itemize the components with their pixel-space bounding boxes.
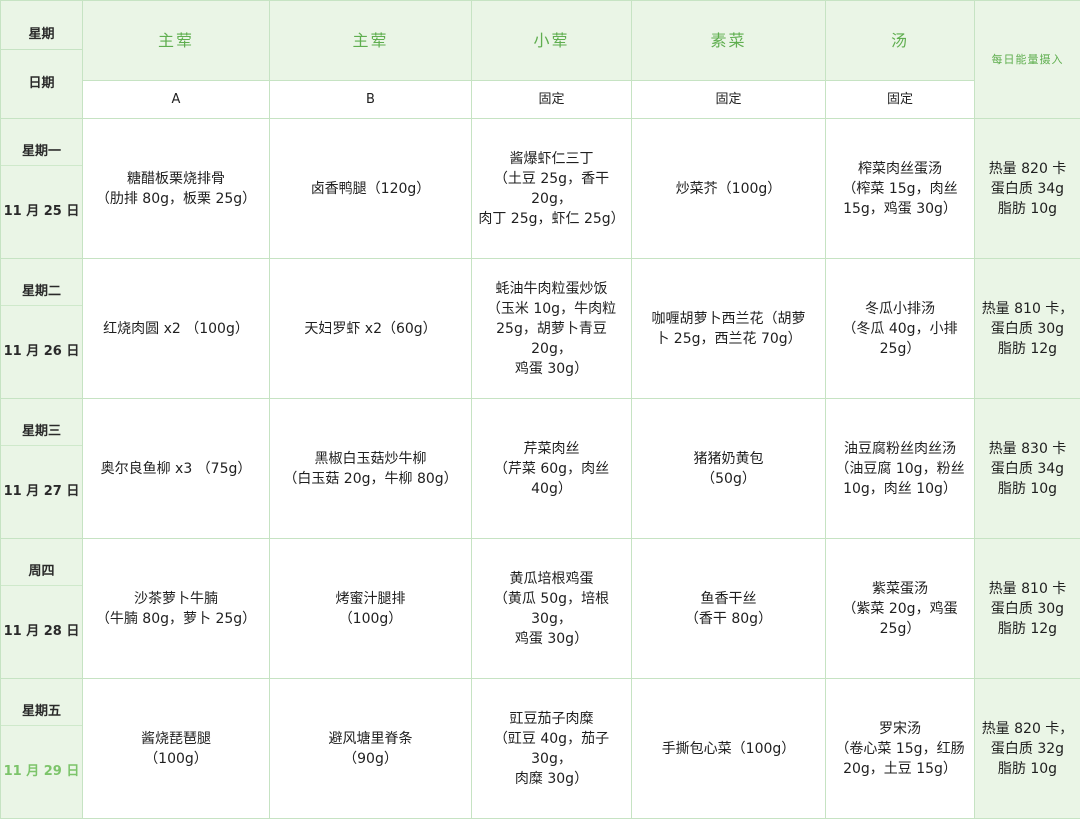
dish-main-a: 沙茶萝卜牛腩 （牛腩 80g，萝卜 25g） <box>83 539 270 679</box>
day-row: 星期一 11 月 25 日 糖醋板栗烧排骨 （肋排 80g，板栗 25g） 卤香… <box>1 119 1080 259</box>
date-label-highlighted: 11 月 29 日 <box>1 746 82 798</box>
weekday-label: 星期一 <box>1 139 82 166</box>
category-soup: 汤 <box>826 1 975 81</box>
weekday-label: 周四 <box>1 559 82 586</box>
subtype-fixed-soup: 固定 <box>826 81 975 119</box>
dish-vegetable: 咖喱胡萝卜西兰花（胡萝 卜 25g，西兰花 70g） <box>632 259 826 399</box>
header-row-categories: 星期 日期 主荤 主荤 小荤 素菜 汤 每日能量摄入 <box>1 1 1080 81</box>
day-cell: 星期三 11 月 27 日 <box>1 399 83 539</box>
dish-soup: 紫菜蛋汤 （紫菜 20g，鸡蛋 25g） <box>826 539 975 679</box>
weekday-label: 星期三 <box>1 419 82 446</box>
day-row: 星期二 11 月 26 日 红烧肉圆 x2 （100g） 天妇罗虾 x2（60g… <box>1 259 1080 399</box>
corner-cell: 星期 日期 <box>1 1 83 119</box>
category-main-meat-b: 主荤 <box>270 1 472 81</box>
dish-small-meat: 芹菜肉丝 （芹菜 60g，肉丝 40g） <box>472 399 632 539</box>
day-row: 周四 11 月 28 日 沙茶萝卜牛腩 （牛腩 80g，萝卜 25g） 烤蜜汁腿… <box>1 539 1080 679</box>
header-row-subtypes: A B 固定 固定 固定 <box>1 81 1080 119</box>
category-daily-energy: 每日能量摄入 <box>975 1 1080 119</box>
day-row: 星期三 11 月 27 日 奥尔良鱼柳 x3 （75g） 黑椒白玉菇炒牛柳 （白… <box>1 399 1080 539</box>
day-cell: 星期一 11 月 25 日 <box>1 119 83 259</box>
dish-main-b: 卤香鸭腿（120g） <box>270 119 472 259</box>
dish-main-a: 酱烧琵琶腿 （100g） <box>83 679 270 819</box>
dish-vegetable: 炒菜芥（100g） <box>632 119 826 259</box>
dish-main-a: 红烧肉圆 x2 （100g） <box>83 259 270 399</box>
dish-main-b: 天妇罗虾 x2（60g） <box>270 259 472 399</box>
weekly-menu-table: 星期 日期 主荤 主荤 小荤 素菜 汤 每日能量摄入 A B 固定 固定 固定 … <box>0 0 1080 819</box>
dish-main-a: 奥尔良鱼柳 x3 （75g） <box>83 399 270 539</box>
dish-main-b: 烤蜜汁腿排 （100g） <box>270 539 472 679</box>
date-label: 11 月 28 日 <box>1 606 82 658</box>
energy-summary: 热量 820 卡， 蛋白质 32g 脂肪 10g <box>975 679 1080 819</box>
category-vegetable: 素菜 <box>632 1 826 81</box>
dish-soup: 罗宋汤 （卷心菜 15g，红肠 20g，土豆 15g） <box>826 679 975 819</box>
dish-small-meat: 豇豆茄子肉糜 （豇豆 40g，茄子 30g， 肉糜 30g） <box>472 679 632 819</box>
day-cell: 星期五 11 月 29 日 <box>1 679 83 819</box>
category-small-meat: 小荤 <box>472 1 632 81</box>
date-label: 11 月 27 日 <box>1 466 82 518</box>
dish-small-meat: 酱爆虾仁三丁 （土豆 25g，香干 20g， 肉丁 25g，虾仁 25g） <box>472 119 632 259</box>
day-cell: 周四 11 月 28 日 <box>1 539 83 679</box>
weekday-label: 星期五 <box>1 699 82 726</box>
dish-main-a: 糖醋板栗烧排骨 （肋排 80g，板栗 25g） <box>83 119 270 259</box>
dish-soup: 油豆腐粉丝肉丝汤 （油豆腐 10g，粉丝 10g，肉丝 10g） <box>826 399 975 539</box>
date-label: 11 月 26 日 <box>1 326 82 378</box>
dish-small-meat: 黄瓜培根鸡蛋 （黄瓜 50g，培根 30g， 鸡蛋 30g） <box>472 539 632 679</box>
subtype-a: A <box>83 81 270 119</box>
day-cell: 星期二 11 月 26 日 <box>1 259 83 399</box>
dish-small-meat: 蚝油牛肉粒蛋炒饭 （玉米 10g，牛肉粒 25g，胡萝卜青豆 20g， 鸡蛋 3… <box>472 259 632 399</box>
corner-date-label: 日期 <box>1 70 82 98</box>
date-label: 11 月 25 日 <box>1 186 82 238</box>
energy-summary: 热量 810 卡， 蛋白质 30g 脂肪 12g <box>975 259 1080 399</box>
category-main-meat-a: 主荤 <box>83 1 270 81</box>
dish-vegetable: 鱼香干丝 （香干 80g） <box>632 539 826 679</box>
dish-main-b: 避风塘里脊条 （90g） <box>270 679 472 819</box>
energy-summary: 热量 810 卡 蛋白质 30g 脂肪 12g <box>975 539 1080 679</box>
dish-soup: 榨菜肉丝蛋汤 （榨菜 15g，肉丝 15g，鸡蛋 30g） <box>826 119 975 259</box>
subtype-fixed-small-meat: 固定 <box>472 81 632 119</box>
dish-soup: 冬瓜小排汤 （冬瓜 40g，小排 25g） <box>826 259 975 399</box>
subtype-b: B <box>270 81 472 119</box>
energy-summary: 热量 830 卡 蛋白质 34g 脂肪 10g <box>975 399 1080 539</box>
dish-vegetable: 猪猪奶黄包 （50g） <box>632 399 826 539</box>
energy-summary: 热量 820 卡 蛋白质 34g 脂肪 10g <box>975 119 1080 259</box>
dish-vegetable: 手撕包心菜（100g） <box>632 679 826 819</box>
day-row: 星期五 11 月 29 日 酱烧琵琶腿 （100g） 避风塘里脊条 （90g） … <box>1 679 1080 819</box>
corner-weekday-label: 星期 <box>1 21 82 50</box>
subtype-fixed-vegetable: 固定 <box>632 81 826 119</box>
weekday-label: 星期二 <box>1 279 82 306</box>
dish-main-b: 黑椒白玉菇炒牛柳 （白玉菇 20g，牛柳 80g） <box>270 399 472 539</box>
